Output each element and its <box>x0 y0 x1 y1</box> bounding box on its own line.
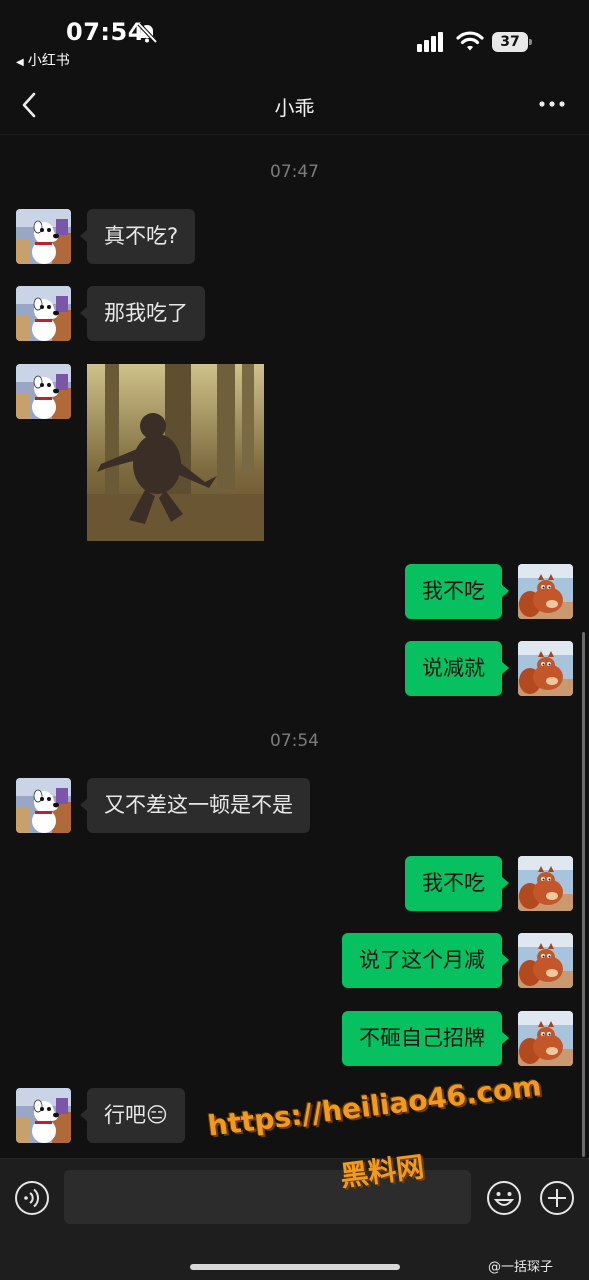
message-bubble-received[interactable]: 行吧😑 <box>80 1088 185 1143</box>
message-bubble-received[interactable]: 真不吃? <box>79 209 196 264</box>
timestamp: 07:54 <box>270 731 319 751</box>
voice-icon[interactable] <box>14 1180 50 1216</box>
chat-title: 小乖 <box>274 96 315 120</box>
scrollbar[interactable] <box>582 632 585 1157</box>
message-bubble-received[interactable]: 又不差这一顿是不是 <box>80 778 310 833</box>
my-avatar[interactable] <box>518 641 573 696</box>
back-to-app-link[interactable]: ◀ 小红书 <box>16 50 70 70</box>
bell-slash-icon <box>137 22 158 44</box>
battery-cap <box>529 39 532 45</box>
signal-icon <box>417 32 443 52</box>
message-bubble-sent[interactable]: 说了这个月减 <box>342 933 509 988</box>
watermark-url: https://heiliao46.com <box>206 1069 544 1143</box>
my-avatar[interactable] <box>518 933 573 988</box>
gorilla-dance-image[interactable] <box>87 364 264 541</box>
battery-level: 37 <box>492 32 528 52</box>
my-avatar[interactable] <box>518 564 573 619</box>
more-icon[interactable] <box>538 94 566 114</box>
plus-icon[interactable] <box>539 1180 575 1216</box>
contact-avatar[interactable] <box>16 1088 71 1143</box>
watermark-weibo: @一括琛子 <box>488 1260 554 1275</box>
contact-avatar[interactable] <box>16 286 71 341</box>
wifi-icon <box>456 31 484 51</box>
contact-avatar[interactable] <box>16 209 71 264</box>
message-bubble-received[interactable]: 那我吃了 <box>80 286 205 341</box>
triangle-left-icon: ◀ <box>16 57 24 68</box>
home-indicator[interactable] <box>190 1264 400 1270</box>
contact-avatar[interactable] <box>16 778 71 833</box>
timestamp: 07:47 <box>270 162 319 182</box>
back-app-label: 小红书 <box>27 53 70 69</box>
message-bubble-sent[interactable]: 不砸自己招牌 <box>342 1011 509 1066</box>
nav-divider <box>0 134 589 135</box>
message-bubble-sent[interactable]: 我不吃 <box>405 856 509 911</box>
message-bubble-sent[interactable]: 我不吃 <box>405 564 509 619</box>
message-bubble-sent[interactable]: 说减就 <box>405 641 509 696</box>
my-avatar[interactable] <box>518 1011 573 1066</box>
contact-avatar[interactable] <box>16 364 71 419</box>
chat-screen: 07:54 ◀ 小红书 37 小乖 07:47 07:54 真不吃? 那我吃了 … <box>0 0 589 1280</box>
status-time: 07:54 <box>66 18 145 46</box>
my-avatar[interactable] <box>518 856 573 911</box>
emoji-icon[interactable] <box>486 1180 522 1216</box>
battery-icon: 37 <box>492 32 532 52</box>
